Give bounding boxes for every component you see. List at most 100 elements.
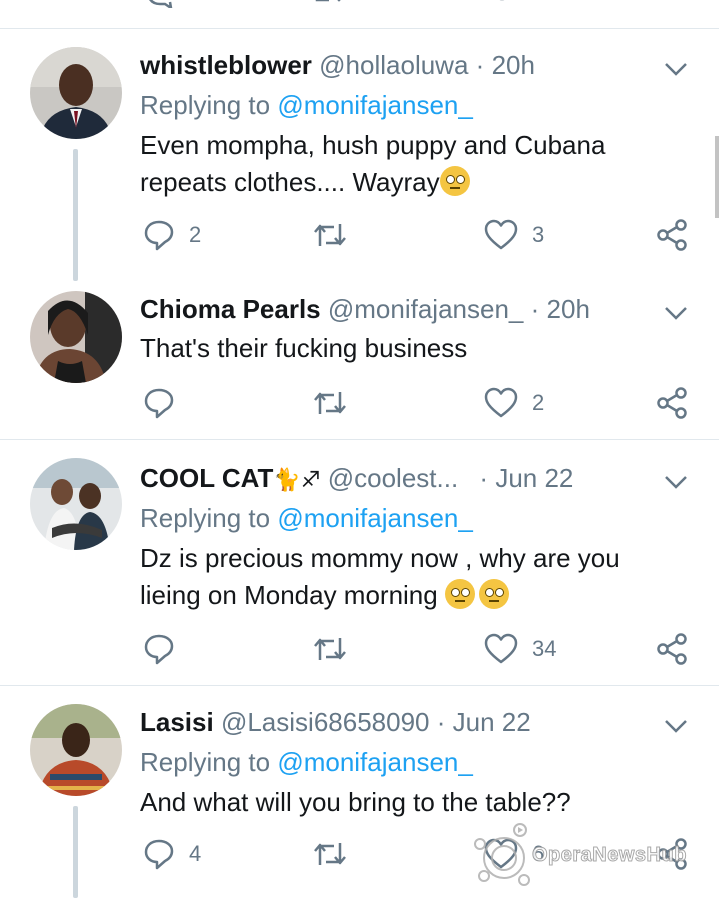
previous-tweet-actions: [0, 0, 719, 16]
display-name[interactable]: COOL CAT: [140, 463, 273, 493]
tweet-actions: 2: [0, 387, 719, 427]
avatar[interactable]: [30, 704, 122, 796]
retweet-icon[interactable]: [313, 0, 349, 8]
tweet-text: Even mompha, hush puppy and Cubana repea…: [140, 127, 700, 201]
share-button[interactable]: [656, 633, 690, 665]
like-count: 3: [532, 222, 545, 247]
tweet-chioma-pearls[interactable]: Chioma Pearls @monifajansen_ · 20h That'…: [0, 281, 719, 439]
replying-to: Replying to @monifajansen_: [140, 502, 473, 534]
tweet-text: And what will you bring to the table??: [140, 784, 700, 821]
reply-icon: [144, 388, 174, 419]
username[interactable]: @hollaoluwa: [319, 50, 468, 80]
eye-roll-emoji-icon: [444, 579, 475, 609]
like-icon[interactable]: [485, 0, 519, 8]
tweet-text-line: That's their fucking business: [140, 333, 468, 363]
tweet-text: Dz is precious mommy now , why are you l…: [140, 540, 700, 614]
timestamp[interactable]: Jun 22: [453, 707, 531, 737]
reply-icon[interactable]: [143, 0, 177, 8]
username[interactable]: @coolest...: [328, 463, 458, 493]
username[interactable]: @monifajansen_: [328, 294, 524, 324]
tweet-text-line: repeats clothes.... Wayray: [140, 167, 440, 197]
avatar[interactable]: [30, 458, 122, 550]
display-name[interactable]: Chioma Pearls: [140, 294, 321, 324]
replying-to-label: Replying to: [140, 503, 271, 533]
opera-news-logo-icon: [474, 823, 530, 886]
reply-button[interactable]: [143, 387, 175, 419]
like-count: 2: [532, 390, 545, 415]
share-icon: [657, 387, 687, 419]
tweet-text-line: lieing on Monday morning: [140, 580, 438, 610]
like-button[interactable]: 2: [484, 387, 544, 419]
eye-roll-emoji-icon: [439, 166, 470, 196]
retweet-button[interactable]: [312, 219, 348, 251]
retweet-icon: [314, 843, 346, 865]
tweet-header: Lasisi @Lasisi68658090 · Jun 22: [140, 706, 531, 738]
share-icon: [657, 633, 687, 665]
timestamp[interactable]: 20h: [547, 294, 590, 324]
tweet-cool-cat[interactable]: COOL CAT🐈♐ @coolest... · Jun 22 Replying…: [0, 440, 719, 685]
share-button[interactable]: [656, 387, 690, 419]
share-icon[interactable]: [660, 0, 692, 8]
mention-link[interactable]: @monifajansen_: [277, 747, 473, 777]
reply-icon: [144, 220, 174, 251]
reply-count: 4: [189, 841, 202, 866]
watermark-text: OperaNewsHub: [532, 844, 687, 867]
tweet-header: whistleblower @hollaoluwa · 20h: [140, 49, 535, 81]
timestamp[interactable]: 20h: [492, 50, 535, 80]
tweet-actions: 34: [0, 633, 719, 673]
eye-roll-emoji-icon: [478, 579, 509, 609]
mention-link[interactable]: @monifajansen_: [277, 503, 473, 533]
tweet-text: That's their fucking business: [140, 330, 700, 367]
chevron-down-icon[interactable]: [662, 59, 690, 79]
heart-icon: [484, 633, 518, 664]
like-button[interactable]: 34: [484, 633, 556, 665]
replying-to-label: Replying to: [140, 90, 271, 120]
display-name[interactable]: whistleblower: [140, 50, 312, 80]
like-button[interactable]: 3: [484, 219, 544, 251]
avatar[interactable]: [30, 291, 122, 383]
chevron-down-icon[interactable]: [662, 716, 690, 736]
like-count: 34: [532, 636, 557, 661]
reply-icon: [144, 634, 174, 665]
separator-dot: ·: [436, 707, 446, 737]
reply-button[interactable]: 2: [143, 219, 201, 251]
tweet-header: Chioma Pearls @monifajansen_ · 20h: [140, 293, 590, 325]
chevron-down-icon[interactable]: [662, 472, 690, 492]
replying-to: Replying to @monifajansen_: [140, 746, 473, 778]
reply-button[interactable]: 4: [143, 838, 201, 870]
reply-button[interactable]: [143, 633, 175, 665]
retweet-button[interactable]: [312, 838, 348, 870]
replying-to: Replying to @monifajansen_: [140, 89, 473, 121]
thread-line: [73, 149, 78, 281]
avatar[interactable]: [30, 47, 122, 139]
separator-dot: ·: [479, 463, 489, 493]
tweet-header: COOL CAT🐈♐ @coolest... · Jun 22: [140, 462, 573, 496]
heart-icon: [484, 219, 518, 250]
retweet-button[interactable]: [312, 633, 348, 665]
name-emoji: 🐈♐: [273, 467, 321, 492]
share-button[interactable]: [656, 219, 690, 251]
replying-to-label: Replying to: [140, 747, 271, 777]
mention-link[interactable]: @monifajansen_: [277, 90, 473, 120]
retweet-icon: [314, 224, 346, 246]
tweet-actions: 2 3: [0, 219, 719, 259]
retweet-button[interactable]: [312, 387, 348, 419]
watermark: OperaNewsHub: [470, 822, 715, 888]
tweet-text-line: Dz is precious mommy now , why are you: [140, 543, 620, 573]
chevron-down-icon[interactable]: [662, 303, 690, 323]
username[interactable]: @Lasisi68658090: [221, 707, 430, 737]
display-name[interactable]: Lasisi: [140, 707, 214, 737]
timestamp[interactable]: Jun 22: [495, 463, 573, 493]
heart-icon: [484, 387, 518, 418]
retweet-icon: [314, 638, 346, 660]
reply-icon: [144, 839, 174, 870]
share-icon: [657, 219, 687, 251]
tweet-whistleblower[interactable]: whistleblower @hollaoluwa · 20h Replying…: [0, 29, 719, 281]
separator-dot: ·: [475, 50, 485, 80]
separator-dot: ·: [530, 294, 540, 324]
tweet-text-line: Even mompha, hush puppy and Cubana: [140, 130, 606, 160]
reply-count: 2: [189, 222, 202, 247]
tweet-text-line: And what will you bring to the table??: [140, 787, 571, 817]
scrollbar-thumb[interactable]: [715, 136, 719, 218]
retweet-icon: [314, 392, 346, 414]
